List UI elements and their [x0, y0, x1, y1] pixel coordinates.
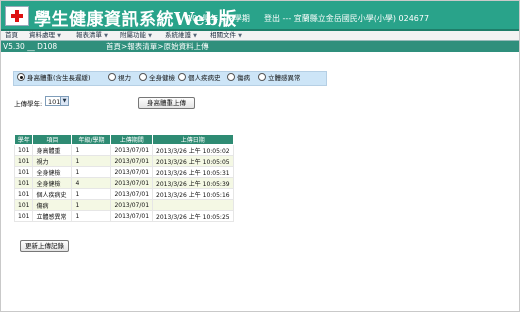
- upload-year-label: 上傳學年:: [14, 100, 43, 108]
- chevron-down-icon: ▼: [238, 33, 242, 39]
- menu-data-processing[interactable]: 資料處理 ▼: [27, 31, 63, 40]
- data-type-selector: 身高體重(含生長遲緩) 視力 全身健檢 個人疾病史 傷病 立體感異常: [13, 71, 327, 86]
- radio-height-weight[interactable]: 身高體重(含生長遲緩): [17, 73, 91, 84]
- radio-injury[interactable]: 傷病: [227, 73, 250, 84]
- upload-year-select[interactable]: 101 ▼: [45, 96, 69, 106]
- menu-utilities[interactable]: 附屬功能 ▼: [118, 31, 154, 40]
- chevron-down-icon: ▼: [57, 33, 61, 39]
- breadcrumb: 首頁>報表清單>原始資料上傳: [106, 42, 209, 51]
- upload-records-table: 學年 項目 年級/學期 上傳期間 上傳日期 101 身高體重 1 2013/07/01…: [13, 134, 234, 222]
- col-upload-date: 上傳日期: [152, 134, 234, 145]
- table-row: 101 全身健檢 4 2013/07/01 2013/3/26 上午 10:05:39: [13, 177, 234, 189]
- chevron-down-icon: ▼: [148, 33, 152, 39]
- radio-unchecked-icon: [108, 73, 116, 81]
- radio-stereo-vision[interactable]: 立體感異常: [258, 73, 301, 84]
- table-row: 101 身高體重 1 2013/07/01 2013/3/26 上午 10:05:02: [13, 144, 234, 156]
- col-grade-term: 年級/學期: [71, 134, 112, 145]
- info-bar: V5.30 __ D108 首頁>報表清單>原始資料上傳: [1, 41, 519, 52]
- app-window: 學生健康資訊系統Web版 101學年 第2學期 登出 --- 宜蘭縣立金岳國民小…: [0, 0, 520, 312]
- chevron-down-icon: ▼: [193, 33, 197, 39]
- radio-unchecked-icon: [258, 73, 266, 81]
- col-year: 學年: [13, 134, 34, 145]
- table-row: 101 全身健檢 1 2013/07/01 2013/3/26 上午 10:05:31: [13, 166, 234, 178]
- col-upload-period: 上傳期間: [110, 134, 154, 145]
- table-header-row: 學年 項目 年級/學期 上傳期間 上傳日期: [13, 134, 234, 145]
- radio-full-checkup[interactable]: 全身健檢: [139, 73, 175, 84]
- main-menu: 首頁 資料處理 ▼ 報表清單 ▼ 附屬功能 ▼ 系統維護 ▼ 相關文件 ▼: [1, 31, 519, 41]
- table-row: 101 傷病 1 2013/07/01: [13, 199, 234, 211]
- radio-unchecked-icon: [227, 73, 235, 81]
- radio-unchecked-icon: [178, 73, 186, 81]
- radio-disease-history[interactable]: 個人疾病史: [178, 73, 221, 84]
- table-row: 101 立體感異常 1 2013/07/01 2013/3/26 上午 10:05:25: [13, 210, 234, 222]
- version-label: V5.30 __ D108: [3, 42, 58, 51]
- col-item: 項目: [32, 134, 73, 145]
- red-cross-logo-icon: [5, 6, 29, 26]
- menu-documents[interactable]: 相關文件 ▼: [208, 31, 244, 40]
- radio-checked-icon: [17, 73, 25, 81]
- menu-system[interactable]: 系統維護 ▼: [163, 31, 199, 40]
- table-row: 101 個人疾病史 1 2013/07/01 2013/3/26 上午 10:05:16: [13, 188, 234, 200]
- term-label: 101學年 第2學期: [187, 14, 250, 23]
- radio-vision[interactable]: 視力: [108, 73, 131, 84]
- menu-home[interactable]: 首頁: [3, 31, 20, 40]
- table-row: 101 視力 1 2013/07/01 2013/3/26 上午 10:05:05: [13, 155, 234, 167]
- logout-school-info[interactable]: 登出 --- 宜蘭縣立金岳國民小學(小學) 024677: [264, 13, 429, 24]
- app-title-text: 學生健康資訊系統: [34, 10, 174, 30]
- menu-reports[interactable]: 報表清單 ▼: [74, 31, 110, 40]
- chevron-down-icon: ▼: [104, 33, 108, 39]
- refresh-records-button[interactable]: 更新上傳記錄: [20, 240, 69, 252]
- chevron-down-icon: ▼: [60, 97, 68, 105]
- upload-button[interactable]: 身高體重上傳: [138, 97, 195, 109]
- radio-unchecked-icon: [139, 73, 147, 81]
- app-header: 學生健康資訊系統Web版 101學年 第2學期 登出 --- 宜蘭縣立金岳國民小…: [1, 1, 519, 31]
